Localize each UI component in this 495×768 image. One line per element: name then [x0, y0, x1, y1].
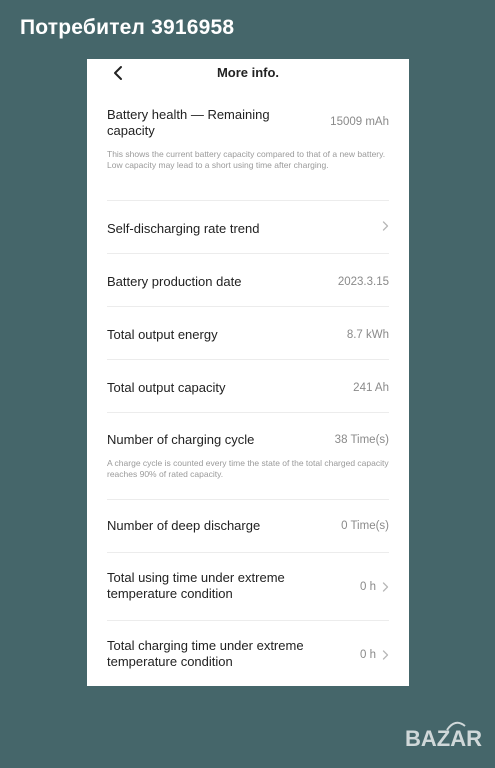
row-label: Total charging time under extreme temper…	[107, 638, 304, 669]
row-label: Number of deep discharge	[107, 518, 261, 533]
row-value: 8.7 kWh	[346, 329, 389, 341]
row-value: 241 Ah	[353, 382, 389, 394]
row-label: Number of charging cycle	[107, 432, 255, 447]
nav-bar: More info.	[87, 59, 409, 89]
watermark-text: BAZAR	[405, 726, 482, 751]
row-value: 0 h	[360, 649, 376, 661]
chevron-right-icon	[382, 582, 389, 592]
row-label: Battery health — Remaining capacity	[107, 107, 270, 138]
chevron-right-icon	[382, 650, 389, 660]
row-production-date: Battery production date 2023.3.15	[107, 254, 389, 307]
row-description: A charge cycle is counted every time the…	[107, 458, 389, 479]
username: Потребител 3916958	[20, 16, 235, 39]
row-description: This shows the current battery capacity …	[107, 149, 386, 170]
chevron-right-icon	[382, 221, 389, 231]
row-value: 38 Time(s)	[334, 434, 389, 446]
row-charging-cycle: Number of charging cycle 38 Time(s) A ch…	[107, 413, 389, 500]
row-self-discharging[interactable]: Self-discharging rate trend	[107, 201, 389, 254]
row-extreme-temp-usage[interactable]: Total using time under extreme temperatu…	[107, 553, 389, 621]
row-output-capacity: Total output capacity 241 Ah	[107, 360, 389, 413]
row-value: 0 h	[360, 581, 376, 593]
row-deep-discharge: Number of deep discharge 0 Time(s)	[107, 500, 389, 553]
row-value: 0 Time(s)	[341, 520, 389, 532]
row-value: 15009 mAh	[330, 116, 389, 128]
row-battery-health: Battery health — Remaining capacity 1500…	[107, 104, 389, 201]
row-label: Total output energy	[107, 327, 218, 342]
row-label: Total output capacity	[107, 380, 226, 395]
row-label: Total using time under extreme temperatu…	[107, 570, 285, 601]
row-extreme-temp-charging[interactable]: Total charging time under extreme temper…	[107, 621, 389, 686]
row-output-energy: Total output energy 8.7 kWh	[107, 307, 389, 360]
more-info-panel: More info. Battery health — Remaining ca…	[87, 59, 409, 686]
row-label: Self-discharging rate trend	[107, 221, 260, 236]
page-title: More info.	[216, 65, 280, 80]
row-value: 2023.3.15	[337, 276, 389, 288]
bazar-logo: BAZAR	[405, 721, 482, 751]
row-label: Battery production date	[107, 274, 242, 289]
